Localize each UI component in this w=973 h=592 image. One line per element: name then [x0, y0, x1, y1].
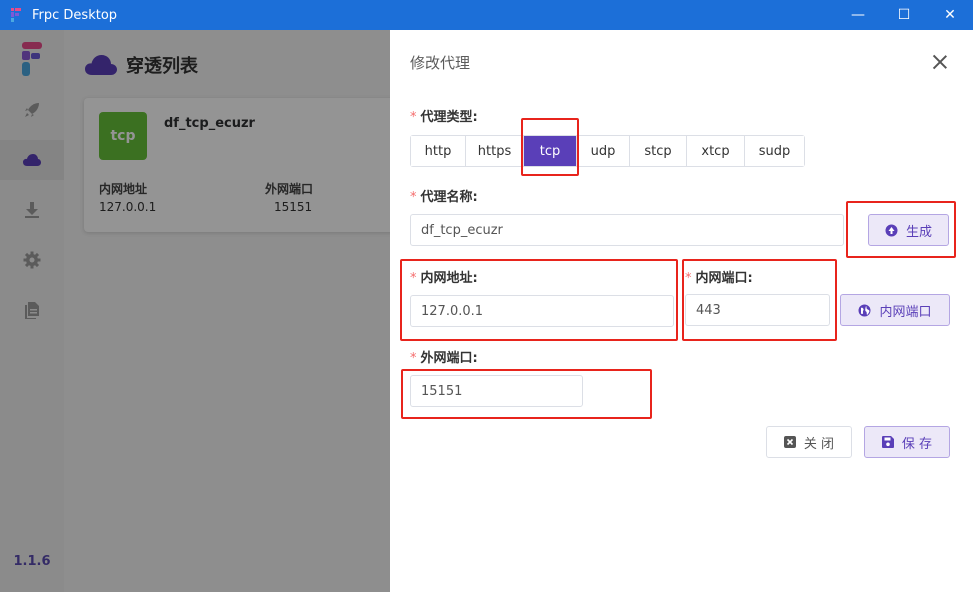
proxy-name-label: * 代理名称: [410, 190, 478, 205]
maximize-button[interactable]: ☐ [881, 0, 927, 30]
proxy-name-input[interactable]: df_tcp_ecuzr [410, 214, 844, 246]
proxy-type-http[interactable]: http [411, 136, 466, 166]
proxy-type-selector: http https tcp udp stcp xtcp sudp [410, 135, 805, 167]
app-logo-icon [8, 7, 24, 23]
proxy-type-sudp[interactable]: sudp [745, 136, 804, 166]
drawer-overlay[interactable] [0, 30, 390, 592]
annotation-box-generate [846, 201, 956, 258]
minimize-button[interactable]: — [835, 0, 881, 30]
annotation-box-local-ip [400, 259, 678, 341]
proxy-type-label: * 代理类型: [410, 110, 478, 125]
drawer-title: 修改代理 [410, 54, 471, 72]
proxy-type-udp[interactable]: udp [577, 136, 630, 166]
globe-icon [858, 304, 871, 316]
proxy-type-xtcp[interactable]: xtcp [687, 136, 745, 166]
close-button-label: 关 闭 [803, 436, 835, 452]
save-button[interactable]: 保 存 [864, 426, 950, 458]
close-window-button[interactable]: ✕ [927, 0, 973, 30]
close-square-icon [783, 436, 796, 448]
annotation-box-proxy-type [521, 118, 579, 176]
proxy-type-https[interactable]: https [466, 136, 524, 166]
title-bar: Frpc Desktop — ☐ ✕ [0, 0, 973, 30]
close-button[interactable]: 关 闭 [766, 426, 852, 458]
annotation-box-remote-port [401, 369, 652, 419]
local-port-button-label: 内网端口 [879, 304, 932, 320]
close-icon[interactable] [930, 52, 950, 72]
annotation-box-local-port [682, 259, 837, 341]
save-button-label: 保 存 [901, 436, 933, 452]
window-title: Frpc Desktop [32, 7, 118, 23]
proxy-type-stcp[interactable]: stcp [630, 136, 687, 166]
local-port-button[interactable]: 内网端口 [840, 294, 950, 326]
save-icon [881, 436, 894, 448]
remote-port-label: * 外网端口: [410, 351, 478, 366]
